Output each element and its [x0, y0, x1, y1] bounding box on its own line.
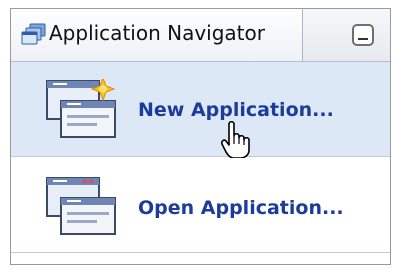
screenshot: Application Navigator New Application...…: [0, 0, 401, 273]
open-application-link[interactable]: Open Application...: [138, 197, 344, 219]
new-application-link[interactable]: New Application...: [138, 99, 334, 121]
application-navigator-panel: Application Navigator New Application...…: [10, 8, 391, 265]
new-application-item[interactable]: New Application...: [11, 62, 390, 159]
panel-header: Application Navigator: [11, 9, 390, 62]
empty-list-area: [11, 254, 390, 264]
open-application-icon: [46, 177, 116, 235]
application-navigator-icon: [21, 23, 46, 45]
new-application-icon: [46, 79, 116, 138]
panel-title: Application Navigator: [49, 21, 265, 45]
tab-application-navigator[interactable]: Application Navigator: [11, 9, 303, 61]
minimize-button[interactable]: [352, 24, 374, 46]
open-application-item[interactable]: Open Application...: [11, 158, 390, 253]
hand-pointer-icon: [221, 120, 250, 159]
